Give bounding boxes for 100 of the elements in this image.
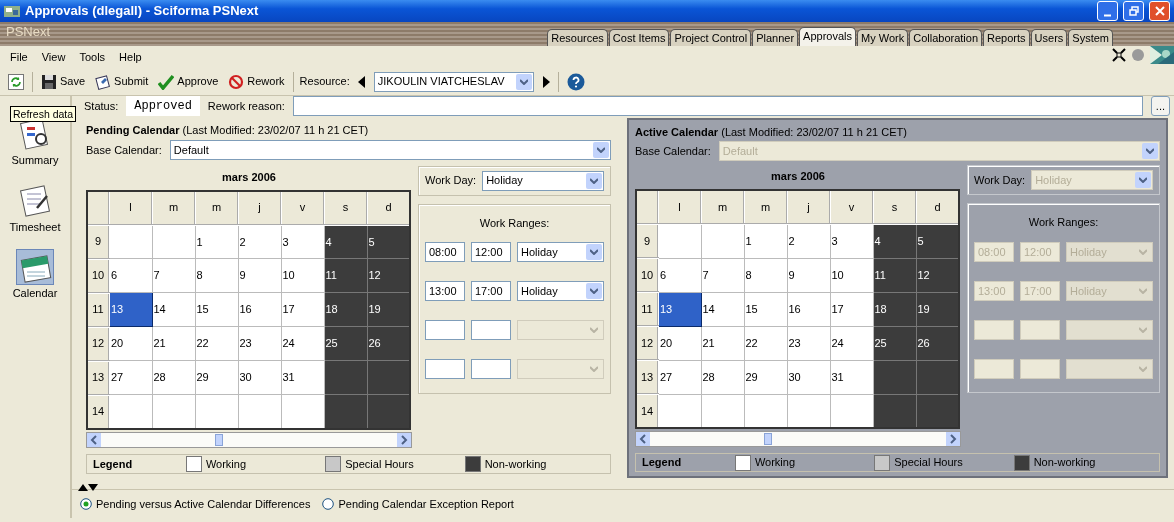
day-cell[interactable]: 8 xyxy=(195,258,238,293)
start-time-field[interactable]: 13:00 xyxy=(425,281,465,302)
rework-reason-field[interactable] xyxy=(292,96,1143,116)
module-tab[interactable]: Planner xyxy=(752,29,799,46)
radio-option[interactable]: Pending Calendar Exception Report xyxy=(322,496,514,513)
submit-button[interactable]: Submit xyxy=(93,72,151,91)
day-cell[interactable]: 26 xyxy=(367,326,410,361)
weekday-header: s xyxy=(873,190,916,225)
weekday-header: v xyxy=(830,190,873,225)
browse-button[interactable]: ... xyxy=(1150,96,1170,116)
module-tab[interactable]: System xyxy=(1068,29,1113,46)
day-cell[interactable] xyxy=(324,360,367,395)
save-icon xyxy=(41,73,57,90)
end-time-field[interactable] xyxy=(471,359,511,380)
work-ranges-title: Work Ranges: xyxy=(1027,215,1100,231)
week-number: 9 xyxy=(87,224,109,259)
scroll-thumb[interactable] xyxy=(215,433,223,446)
day-cell[interactable]: 18 xyxy=(324,292,367,327)
day-cell[interactable]: 30 xyxy=(238,360,281,395)
start-time-field[interactable] xyxy=(425,320,465,341)
sidebar-item[interactable]: Timesheet xyxy=(9,182,61,235)
day-cell[interactable]: 3 xyxy=(281,224,324,259)
day-cell[interactable] xyxy=(324,394,367,429)
day-cell[interactable]: 25 xyxy=(324,326,367,361)
day-cell[interactable] xyxy=(367,360,410,395)
day-cell[interactable]: 20 xyxy=(109,326,152,361)
day-cell[interactable]: 29 xyxy=(195,360,238,395)
radio-option[interactable]: Pending versus Active Calendar Differences xyxy=(80,496,311,513)
module-tab[interactable]: Resources xyxy=(547,29,608,46)
module-tab[interactable]: Project Control xyxy=(670,29,752,46)
base-calendar-dropdown[interactable]: Default xyxy=(169,140,611,161)
day-cell[interactable]: 17 xyxy=(281,292,324,327)
menu-item[interactable]: Help xyxy=(119,48,142,66)
day-cell[interactable] xyxy=(109,224,152,259)
legend-item-label: Special Hours xyxy=(894,455,963,471)
day-cell[interactable]: 15 xyxy=(195,292,238,327)
day-cell[interactable]: 1 xyxy=(195,224,238,259)
rework-button[interactable]: Rework xyxy=(226,72,287,91)
day-cell[interactable]: 4 xyxy=(324,224,367,259)
range-type-dropdown[interactable]: Holiday xyxy=(517,281,604,302)
day-cell[interactable]: 13 xyxy=(109,292,152,327)
collapse-icon[interactable] xyxy=(1112,48,1126,62)
legend-label: Legend xyxy=(642,455,683,471)
module-tab[interactable]: My Work xyxy=(857,29,909,46)
menu-item[interactable]: File xyxy=(10,48,28,66)
end-time-field[interactable]: 17:00 xyxy=(471,281,511,302)
day-cell[interactable]: 2 xyxy=(238,224,281,259)
restore-icon xyxy=(1128,6,1139,16)
splitter-arrows-icon[interactable] xyxy=(78,483,98,492)
minimize-button[interactable] xyxy=(1097,1,1118,21)
day-cell[interactable]: 31 xyxy=(281,360,324,395)
week-number: 10 xyxy=(636,258,658,293)
work-day-dropdown[interactable]: Holiday xyxy=(482,170,604,191)
refresh-icon xyxy=(8,73,24,90)
scroll-left-icon[interactable] xyxy=(87,432,101,447)
day-cell[interactable]: 5 xyxy=(367,224,410,259)
module-tab[interactable]: Collaboration xyxy=(909,29,983,46)
base-calendar-label: Base Calendar: xyxy=(635,143,711,159)
app-icon xyxy=(4,4,20,18)
day-cell[interactable]: 6 xyxy=(109,258,152,293)
day-cell[interactable]: 24 xyxy=(281,326,324,361)
horizontal-scrollbar[interactable] xyxy=(86,431,412,448)
end-time-field[interactable]: 12:00 xyxy=(471,242,511,263)
refresh-button[interactable] xyxy=(6,72,26,91)
restore-button[interactable] xyxy=(1123,1,1144,21)
day-cell[interactable]: 7 xyxy=(152,258,195,293)
start-time-field[interactable] xyxy=(425,359,465,380)
scroll-right-icon[interactable] xyxy=(397,432,411,447)
day-cell[interactable]: 28 xyxy=(152,360,195,395)
module-tab[interactable]: Approvals xyxy=(799,27,857,46)
range-type-dropdown[interactable]: Holiday xyxy=(517,242,604,263)
menu-item[interactable]: View xyxy=(41,48,66,66)
day-cell[interactable]: 11 xyxy=(324,258,367,293)
day-cell[interactable]: 27 xyxy=(109,360,152,395)
day-cell[interactable]: 19 xyxy=(367,292,410,327)
day-cell[interactable]: 9 xyxy=(238,258,281,293)
last-modified-text: (Last Modified: 23/02/07 11 h 21 CET) xyxy=(182,124,369,136)
day-cell[interactable] xyxy=(152,224,195,259)
day-cell[interactable]: 21 xyxy=(152,326,195,361)
approve-button[interactable]: Approve xyxy=(156,72,221,91)
weekday-header: m xyxy=(152,190,195,225)
module-tab[interactable]: Reports xyxy=(983,29,1030,46)
module-tab[interactable]: Users xyxy=(1030,29,1068,46)
week-number: 14 xyxy=(636,394,658,429)
sidebar-item-label: Timesheet xyxy=(9,219,61,235)
start-time-field[interactable]: 08:00 xyxy=(425,242,465,263)
day-cell[interactable]: 10 xyxy=(281,258,324,293)
menu-item[interactable]: Tools xyxy=(79,48,106,66)
day-cell[interactable]: 12 xyxy=(367,258,410,293)
day-cell[interactable]: 14 xyxy=(152,292,195,327)
app-logo: PSNext xyxy=(5,23,52,42)
close-button[interactable] xyxy=(1149,1,1170,21)
day-cell[interactable] xyxy=(367,394,410,429)
module-tab[interactable]: Cost Items xyxy=(608,29,670,46)
resource-dropdown[interactable]: JIKOULIN VIATCHESLAV xyxy=(373,71,534,92)
day-cell[interactable]: 16 xyxy=(238,292,281,327)
end-time-field[interactable] xyxy=(471,320,511,341)
day-cell[interactable]: 22 xyxy=(195,326,238,361)
save-button[interactable]: Save xyxy=(39,72,88,91)
day-cell[interactable]: 23 xyxy=(238,326,281,361)
